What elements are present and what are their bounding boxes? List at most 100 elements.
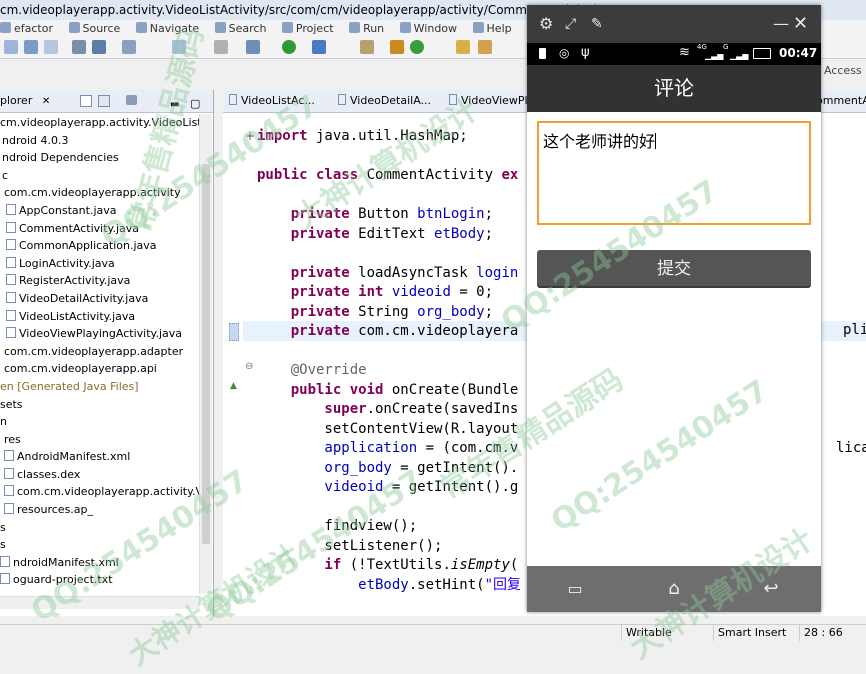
pencil-icon[interactable]: ✎ (591, 5, 603, 43)
external-tools-icon[interactable] (312, 40, 326, 54)
open-folder-icon[interactable] (456, 40, 470, 54)
settings-icon[interactable] (246, 40, 260, 54)
close-icon[interactable]: ✕ (793, 5, 808, 43)
tree-item[interactable]: LoginActivity.java (0, 255, 200, 273)
tree-item[interactable]: VideoListActivity.java (0, 308, 200, 326)
tree-item[interactable]: sets (0, 396, 200, 414)
tree-item[interactable]: oguard-project.txt (0, 571, 200, 589)
code-line: private int videoid = 0; (257, 283, 493, 303)
code-token: .onCreate(savedIns (366, 401, 519, 417)
code-line: private Button btnLogin; (257, 205, 493, 225)
debug-icon[interactable] (72, 40, 86, 54)
quick-access-label[interactable]: Access (824, 64, 862, 77)
code-token: ; (484, 303, 494, 320)
tree-item[interactable]: en [Generated Java Files] (0, 378, 200, 396)
window-icon (399, 22, 411, 33)
minimize-icon[interactable]: ▬ (170, 94, 179, 116)
code-token: (!TextUtils. (341, 557, 451, 573)
code-line: private EditText etBody; (257, 225, 493, 245)
close-icon[interactable]: ✕ (42, 96, 50, 107)
tree-item[interactable]: resources.ap_ (0, 501, 200, 519)
tree-item[interactable]: CommentActivity.java (0, 220, 200, 238)
tree-item[interactable]: classes.dex (0, 466, 200, 484)
tree-item[interactable]: c (0, 167, 200, 185)
tree-item[interactable]: RegisterActivity.java (0, 272, 200, 290)
submit-button[interactable]: 提交 (537, 250, 811, 288)
menu-refactor[interactable]: efactor (0, 20, 53, 37)
tree-item[interactable]: com.cm.videoplayerapp.api (0, 360, 200, 378)
code-token: public void (257, 381, 384, 398)
pen-icon[interactable] (360, 40, 374, 54)
tree-item-label: ndroid 4.0.3 (2, 133, 69, 147)
android-sdk-icon[interactable] (92, 40, 106, 54)
collapse-all-icon[interactable] (80, 95, 92, 107)
navigate-icon (135, 22, 147, 33)
new-package-icon[interactable] (410, 40, 424, 54)
new-class-icon[interactable] (390, 40, 404, 54)
tab-videolistactivity[interactable]: VideoListAc... (229, 90, 329, 112)
wand-icon[interactable] (478, 40, 492, 54)
menu-help[interactable]: Help (472, 20, 512, 37)
help-icon (472, 22, 484, 33)
refresh-icon[interactable] (214, 40, 228, 54)
tree-item[interactable]: ndroid Dependencies (0, 149, 200, 167)
tree-item[interactable]: AndroidManifest.xml (0, 448, 200, 466)
menu-run[interactable]: Run (349, 20, 384, 37)
open-type-icon[interactable] (172, 40, 186, 54)
code-line: setListener(); (257, 537, 442, 557)
signal-4g-label: 4G (697, 43, 707, 51)
comment-input[interactable]: 这个老师讲的好 (537, 121, 811, 225)
print-icon[interactable] (44, 40, 58, 54)
recent-apps-icon[interactable]: ▭ (545, 566, 605, 612)
project-icon (281, 22, 293, 33)
link-editor-icon[interactable] (98, 95, 110, 107)
tree-item[interactable]: AppConstant.java (0, 202, 200, 220)
fold-minus-icon[interactable]: ⊖ (245, 361, 253, 372)
checkbox-icon[interactable] (122, 40, 136, 54)
tree-item[interactable]: s (0, 536, 200, 554)
code-token: .setHint( (408, 576, 485, 593)
menu-search[interactable]: Search (214, 20, 266, 37)
tree-item[interactable]: cm.videoplayerapp.activity.VideoListAc (0, 114, 200, 132)
save-icon[interactable] (24, 40, 38, 54)
tree-item[interactable]: CommonApplication.java (0, 237, 200, 255)
gear-icon[interactable]: ⚙ (539, 5, 553, 43)
menu-navigate[interactable]: Navigate (135, 20, 199, 37)
menu-project[interactable]: Project (281, 20, 334, 37)
scrollbar-thumb[interactable] (202, 164, 210, 544)
source-icon (68, 22, 80, 33)
view-menu-icon[interactable] (126, 95, 137, 105)
minimize-icon[interactable]: — (773, 5, 789, 43)
tree-item[interactable]: com.cm.videoplayerapp.adapter (0, 343, 200, 361)
tab-videodetailactivity[interactable]: VideoDetailA... (338, 90, 438, 112)
page-title: 评论 (654, 76, 694, 100)
tab-commentactivity[interactable]: ommentA (816, 90, 866, 112)
tree-item[interactable]: ndroidManifest.xml (0, 554, 200, 572)
back-icon[interactable]: ↩ (741, 566, 801, 612)
new-icon[interactable] (4, 40, 18, 54)
fold-plus-icon[interactable]: + (245, 129, 255, 143)
tree-item[interactable]: com.cm.videoplayerapp.activity (0, 184, 200, 202)
fullscreen-icon[interactable]: ⤢ (565, 5, 576, 43)
status-writable: Writable (621, 625, 672, 641)
tree-item[interactable]: s (0, 519, 200, 537)
menu-window[interactable]: Window (399, 20, 457, 37)
explorer-vertical-scrollbar[interactable] (199, 114, 212, 594)
tree-item-label: res (4, 432, 21, 446)
tree-item[interactable]: ndroid 4.0.3 (0, 132, 200, 150)
tree-item-label: com.cm.videoplayerapp.api (4, 362, 157, 376)
code-token: "回复 (484, 576, 522, 593)
code-token: onCreate(Bundle (383, 381, 519, 398)
tree-item[interactable]: VideoDetailActivity.java (0, 290, 200, 308)
maximize-icon[interactable]: ▢ (190, 93, 200, 115)
explorer-horizontal-scrollbar[interactable] (0, 596, 200, 609)
tree-item[interactable]: res (0, 431, 200, 449)
home-icon[interactable]: ⌂ (644, 566, 704, 612)
tree-item[interactable]: VideoViewPlayingActivity.java (0, 325, 200, 343)
menu-source[interactable]: Source (68, 20, 120, 37)
tree-item[interactable]: n (0, 413, 200, 431)
run-button-icon[interactable] (282, 40, 296, 54)
package-explorer-tab[interactable]: plorer ✕ ▬ ▢ (0, 90, 213, 113)
tree-item[interactable]: com.cm.videoplayerapp.activity.Video (0, 483, 200, 501)
code-token: EditText (349, 225, 435, 242)
